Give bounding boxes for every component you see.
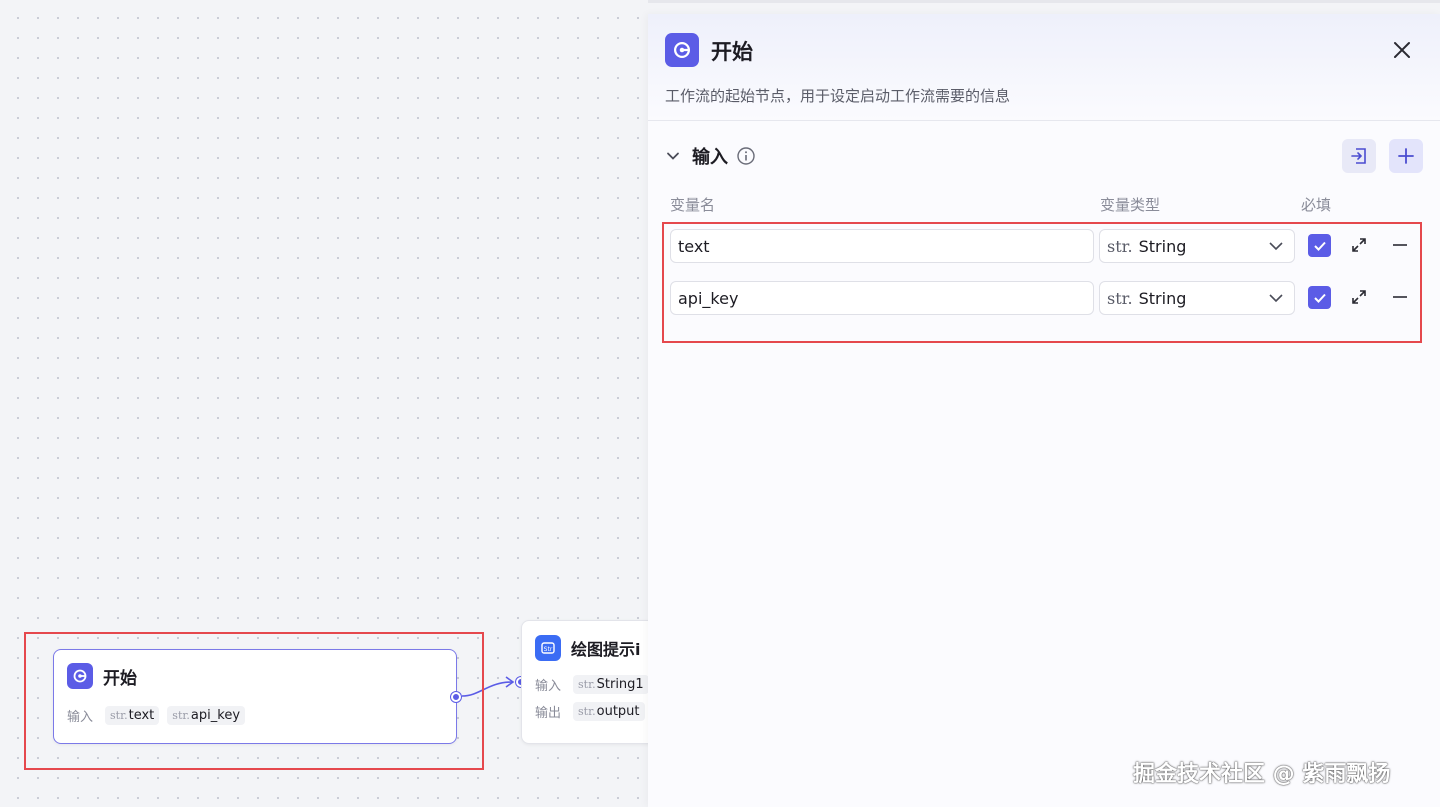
string-node[interactable]: Str 绘图提示i 输入 str.String1 输出 str.output [521, 620, 648, 744]
start-node-highlight [24, 632, 484, 770]
start-icon [665, 33, 699, 67]
close-icon[interactable] [1390, 38, 1414, 62]
param-tag-output: str.output [573, 702, 645, 721]
add-variable-button[interactable] [1389, 139, 1423, 173]
input-section-header[interactable]: 输入 [666, 143, 756, 169]
panel-description: 工作流的起始节点，用于设定启动工作流需要的信息 [665, 87, 1011, 105]
param-tag-string1: str.String1 [573, 675, 648, 694]
chevron-down-icon[interactable] [666, 149, 680, 163]
plus-icon [1398, 148, 1414, 164]
panel-title: 开始 [711, 40, 753, 64]
info-icon[interactable] [736, 146, 756, 166]
string-node-icon: Str [535, 635, 561, 661]
variables-highlight [662, 222, 1422, 343]
string-node-output-label: 输出 [535, 706, 562, 721]
column-header-name: 变量名 [670, 196, 716, 214]
string-node-input-label: 输入 [535, 679, 562, 694]
watermark: 掘金技术社区 @ 紫雨飘扬 [1133, 762, 1391, 787]
node-config-panel: 开始 工作流的起始节点，用于设定启动工作流需要的信息 输入 变量名 变量类型 必… [648, 14, 1440, 807]
column-header-type: 变量类型 [1100, 196, 1161, 214]
import-icon [1351, 148, 1366, 164]
import-button[interactable] [1342, 139, 1376, 173]
input-section-title: 输入 [692, 147, 728, 168]
column-header-required: 必填 [1301, 196, 1332, 214]
svg-text:Str: Str [544, 646, 553, 653]
panel-header: 开始 工作流的起始节点，用于设定启动工作流需要的信息 [648, 14, 1440, 121]
string-node-title: 绘图提示i [571, 640, 641, 659]
